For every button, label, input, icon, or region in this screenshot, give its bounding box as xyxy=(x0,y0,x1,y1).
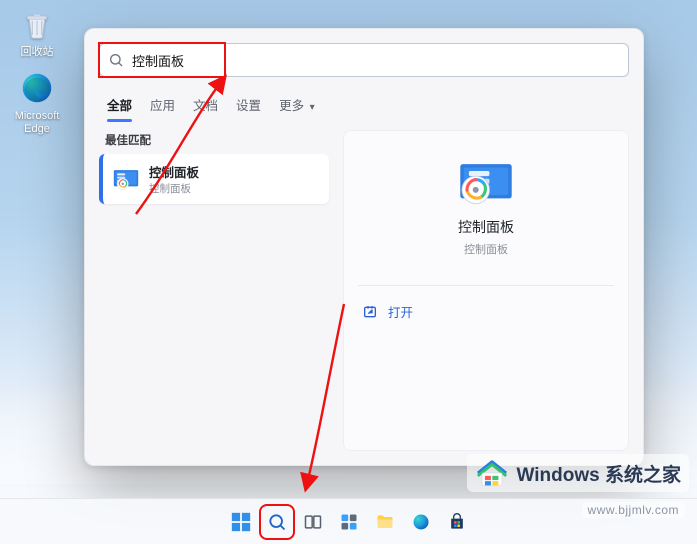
results-column: 最佳匹配 xyxy=(99,130,329,451)
search-tabs: 全部 应用 文档 设置 更多 ▾ xyxy=(85,85,643,122)
task-view-icon xyxy=(303,512,323,532)
taskbar-edge-button[interactable] xyxy=(406,507,436,537)
detail-pane: 控制面板 控制面板 打开 xyxy=(343,130,629,451)
search-input[interactable] xyxy=(132,53,620,68)
tab-more-label: 更多 xyxy=(279,99,304,113)
recycle-bin-icon xyxy=(17,4,57,44)
result-item-control-panel[interactable]: 控制面板 控制面板 xyxy=(99,154,329,204)
tab-all[interactable]: 全部 xyxy=(107,89,132,122)
search-panel: 全部 应用 文档 设置 更多 ▾ 最佳匹配 xyxy=(84,28,644,466)
result-title: 控制面板 xyxy=(149,162,199,181)
control-panel-large-icon xyxy=(458,159,514,207)
windows-start-icon xyxy=(230,511,252,533)
tab-settings[interactable]: 设置 xyxy=(236,89,261,122)
action-open-label: 打开 xyxy=(388,302,413,321)
result-text: 控制面板 控制面板 xyxy=(149,162,199,196)
taskbar-start-button[interactable] xyxy=(226,507,256,537)
desktop-icon-label: Microsoft Edge xyxy=(6,110,68,136)
edge-icon xyxy=(17,68,57,108)
taskbar-search-button[interactable] xyxy=(262,507,292,537)
best-match-heading: 最佳匹配 xyxy=(99,130,329,154)
store-icon xyxy=(447,512,467,532)
detail-subtitle: 控制面板 xyxy=(358,241,614,257)
searchbar-container xyxy=(85,29,643,85)
watermark-logo-icon xyxy=(475,458,509,488)
detail-hero: 控制面板 控制面板 xyxy=(358,149,614,271)
taskbar-widgets-button[interactable] xyxy=(334,507,364,537)
tab-more[interactable]: 更多 ▾ xyxy=(279,89,315,122)
taskbar-store-button[interactable] xyxy=(442,507,472,537)
desktop-icon-label: 回收站 xyxy=(6,46,68,59)
chevron-down-icon: ▾ xyxy=(310,102,315,113)
search-body: 最佳匹配 xyxy=(85,122,643,465)
control-panel-icon xyxy=(113,166,139,192)
detail-title: 控制面板 xyxy=(358,217,614,237)
watermark-brand-text: Windows 系统之家 xyxy=(517,460,682,487)
search-icon xyxy=(267,512,287,532)
desktop-icon-recycle-bin[interactable]: 回收站 xyxy=(6,4,68,59)
widgets-icon xyxy=(339,512,359,532)
tab-apps[interactable]: 应用 xyxy=(150,89,175,122)
result-subtitle: 控制面板 xyxy=(149,181,199,196)
taskbar-explorer-button[interactable] xyxy=(370,507,400,537)
watermark-brand: Windows 系统之家 xyxy=(467,454,690,492)
open-icon xyxy=(362,304,378,320)
divider xyxy=(358,285,614,286)
search-icon xyxy=(108,52,124,68)
taskbar-task-view-button[interactable] xyxy=(298,507,328,537)
desktop-background: 回收站 Microsoft Edge xyxy=(0,0,697,544)
watermark-url: www.bjjmlv.com xyxy=(582,502,685,518)
tab-docs[interactable]: 文档 xyxy=(193,89,218,122)
file-explorer-icon xyxy=(375,512,395,532)
desktop-icon-edge[interactable]: Microsoft Edge xyxy=(6,68,68,136)
edge-icon xyxy=(411,512,431,532)
action-open[interactable]: 打开 xyxy=(358,294,614,329)
searchbar[interactable] xyxy=(99,43,629,77)
